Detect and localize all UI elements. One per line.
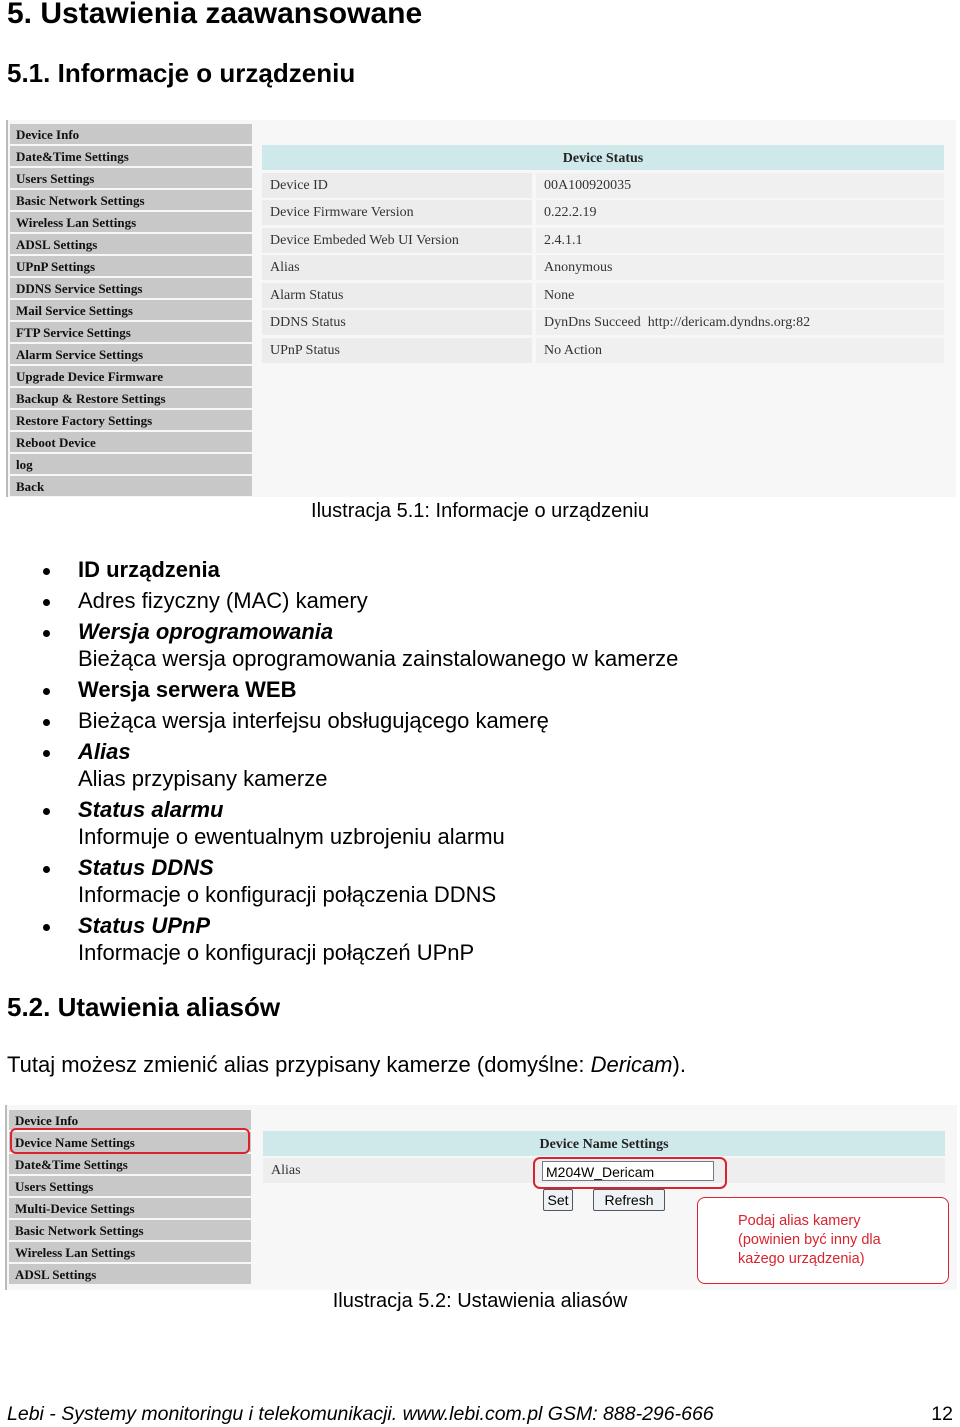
sidebar-item[interactable]: Device Info: [10, 124, 252, 144]
sidebar-item[interactable]: Upgrade Device Firmware: [10, 366, 252, 386]
status-label: Alias: [262, 255, 532, 280]
bullet-icon: [43, 808, 50, 815]
device-status-screenshot: Device Info Date&Time Settings Users Setti…: [6, 120, 956, 497]
device-name-screenshot: Device Info Device Name Settings Date&Time…: [5, 1105, 957, 1290]
section-heading: 5. Ustawienia zaawansowane: [7, 0, 423, 30]
status-label: Device Embeded Web UI Version: [262, 227, 532, 253]
status-value: 2.4.1.1: [536, 227, 944, 253]
figure-caption: Ilustracja 5.1: Informacje o urządzeniu: [311, 500, 649, 522]
bullet-description: Alias przypisany kamerze: [78, 766, 328, 791]
sidebar-item[interactable]: Basic Network Settings: [10, 190, 252, 210]
set-button[interactable]: Set: [543, 1189, 573, 1211]
status-row: Device ID 00A100920035: [262, 172, 944, 198]
status-label: DDNS Status: [262, 310, 532, 335]
status-label: Device ID: [262, 172, 532, 198]
status-row: Alarm Status None: [262, 282, 944, 308]
status-label: Alarm Status: [262, 282, 532, 308]
bullet-title: Wersja oprogramowania: [78, 619, 334, 644]
alias-input[interactable]: M204W_Dericam: [542, 1161, 714, 1181]
bullet-description: Informacje o konfiguracji połączenia DDN…: [78, 882, 497, 907]
paragraph: Tutaj możesz zmienić alias przypisany ka…: [7, 1052, 686, 1077]
sidebar-item[interactable]: Backup & Restore Settings: [10, 388, 252, 408]
sidebar-item[interactable]: Wireless Lan Settings: [9, 1242, 251, 1262]
status-value: No Action: [536, 337, 944, 363]
sidebar-item[interactable]: Wireless Lan Settings: [10, 212, 252, 232]
status-label: UPnP Status: [262, 337, 532, 363]
bullet-title: ID urządzenia: [78, 557, 220, 582]
sidebar-item[interactable]: Date&Time Settings: [10, 146, 252, 166]
sidebar-item[interactable]: Multi-Device Settings: [9, 1198, 251, 1218]
sidebar-item[interactable]: DDNS Service Settings: [10, 278, 252, 298]
status-value: None: [536, 282, 944, 308]
subsection-heading: 5.1. Informacje o urządzeniu: [7, 58, 356, 88]
sidebar-item[interactable]: Reboot Device: [10, 432, 252, 452]
sidebar-item[interactable]: Restore Factory Settings: [10, 410, 252, 430]
sidebar-item[interactable]: Back: [10, 476, 252, 496]
status-value: DynDns Succeed http://dericam.dyndns.org…: [536, 310, 944, 335]
bullet-icon: [43, 688, 50, 695]
callout-text: Podaj alias kamery (powinien być inny dl…: [738, 1213, 881, 1267]
bullet-title: Alias: [78, 739, 131, 764]
alias-label: Alias: [263, 1158, 533, 1183]
sidebar-item[interactable]: Date&Time Settings: [9, 1154, 251, 1174]
highlight-outline: [10, 1128, 250, 1154]
sidebar-item[interactable]: Mail Service Settings: [10, 300, 252, 320]
panel-title: Device Status: [262, 145, 944, 170]
panel-title: Device Name Settings: [263, 1131, 945, 1156]
footer-text: Lebi - Systemy monitoringu i telekomunik…: [7, 1403, 714, 1425]
bullet-title: Status UPnP: [78, 913, 211, 938]
bullet-title: Bieżąca wersja interfejsu obsługującego …: [78, 708, 549, 733]
callout-note: Podaj alias kamery (powinien być inny dl…: [697, 1197, 949, 1284]
bullet-icon: [43, 599, 50, 606]
subsection-heading: 5.2. Utawienia aliasów: [7, 992, 281, 1022]
sidebar-item[interactable]: log: [10, 454, 252, 474]
bullet-icon: [43, 568, 50, 575]
status-row: Device Firmware Version 0.22.2.19: [262, 200, 944, 225]
bullet-description: Informuje o ewentualnym uzbrojeniu alarm…: [78, 824, 505, 849]
status-label: Device Firmware Version: [262, 200, 532, 225]
bullet-description: Bieżąca wersja oprogramowania zainstalow…: [78, 646, 679, 671]
bullet-icon: [43, 866, 50, 873]
sidebar-item[interactable]: UPnP Settings: [10, 256, 252, 276]
bullet-title: Status DDNS: [78, 855, 214, 880]
refresh-button[interactable]: Refresh: [593, 1189, 665, 1211]
bullet-icon: [43, 924, 50, 931]
sidebar-item[interactable]: Alarm Service Settings: [10, 344, 252, 364]
bullet-title: Status alarmu: [78, 797, 224, 822]
status-row: UPnP Status No Action: [262, 337, 944, 363]
bullet-description: Informacje o konfiguracji połączeń UPnP: [78, 940, 475, 965]
figure-caption: Ilustracja 5.2: Ustawienia aliasów: [332, 1290, 628, 1312]
bullet-icon: [43, 630, 50, 637]
status-row: Device Embeded Web UI Version 2.4.1.1: [262, 227, 944, 253]
status-value: 00A100920035: [536, 172, 944, 198]
status-row: DDNS Status DynDns Succeed http://dericam…: [262, 310, 944, 335]
sidebar-item[interactable]: ADSL Settings: [10, 234, 252, 254]
sidebar-item[interactable]: FTP Service Settings: [10, 322, 252, 342]
sidebar-item[interactable]: ADSL Settings: [9, 1264, 251, 1284]
page-number: 12: [931, 1403, 953, 1425]
bullet-title: Adres fizyczny (MAC) kamery: [78, 588, 368, 613]
bullet-title: Wersja serwera WEB: [78, 677, 297, 702]
status-value: 0.22.2.19: [536, 200, 944, 225]
status-row: Alias Anonymous: [262, 255, 944, 280]
sidebar-item[interactable]: Device Info: [9, 1110, 251, 1130]
status-value: Anonymous: [536, 255, 944, 280]
sidebar-item[interactable]: Users Settings: [9, 1176, 251, 1196]
device-status-panel: Device Status Device ID 00A100920035 Devic…: [262, 145, 944, 363]
sidebar-item[interactable]: Users Settings: [10, 168, 252, 188]
bullet-icon: [43, 719, 50, 726]
bullet-icon: [43, 750, 50, 757]
sidebar-item[interactable]: Basic Network Settings: [9, 1220, 251, 1240]
sidebar-menu: Device Info Date&Time Settings Users Setti…: [10, 124, 252, 498]
